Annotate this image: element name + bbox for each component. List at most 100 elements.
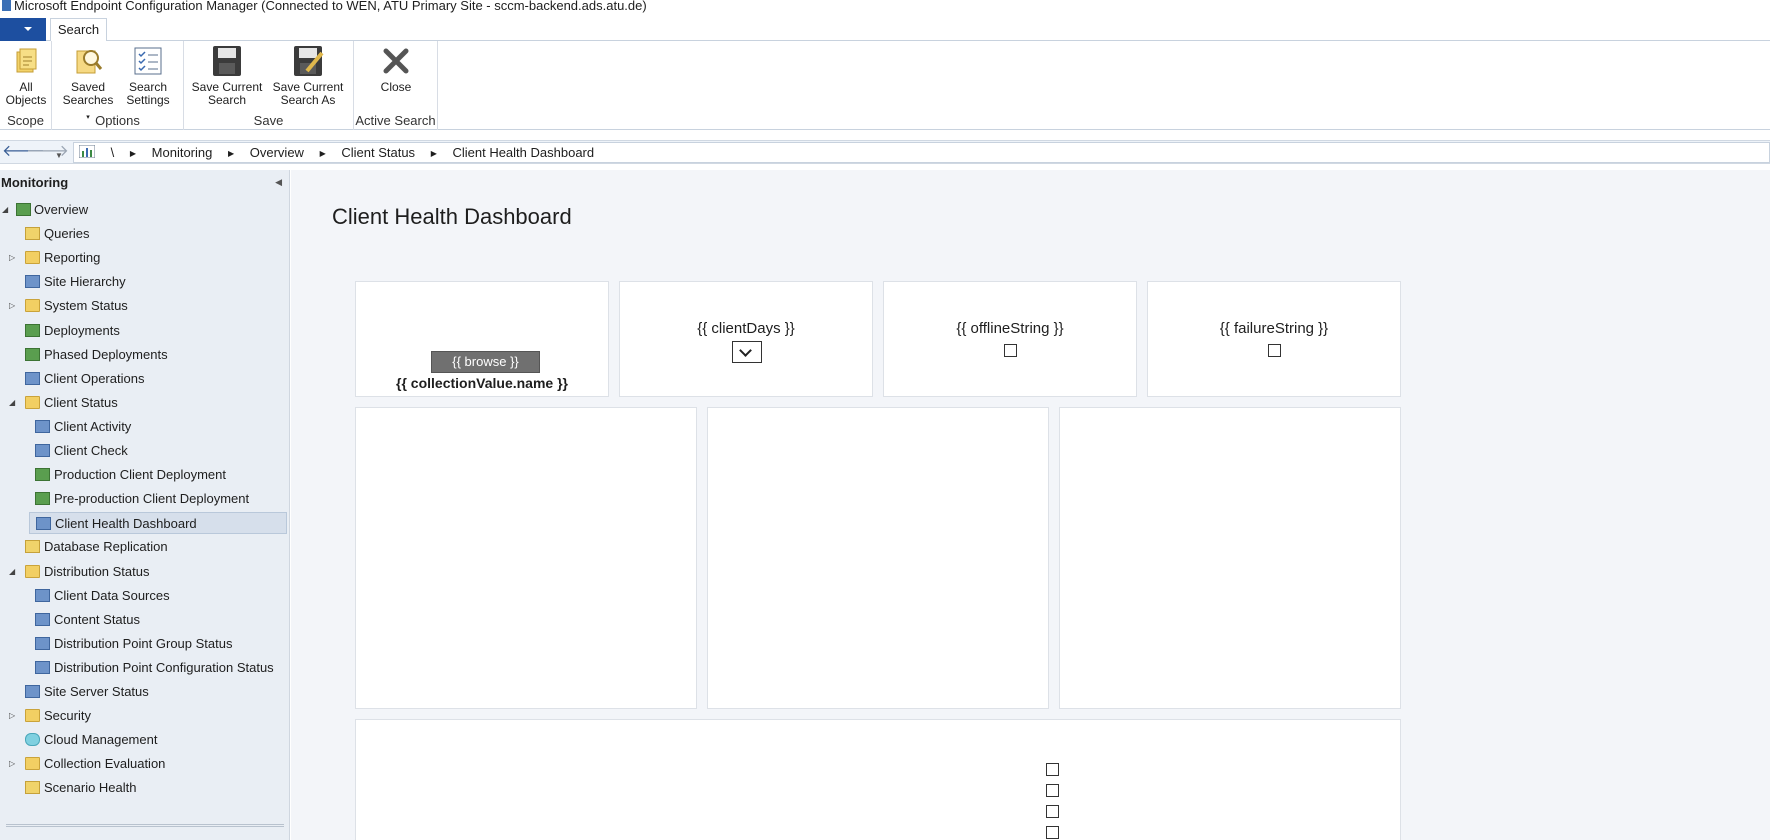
tree-item-label: Deployments (44, 322, 120, 338)
floppy-disk-icon (210, 45, 244, 77)
tree-item-label: Distribution Point Configuration Status (54, 659, 274, 675)
window-title: Microsoft Endpoint Configuration Manager… (14, 0, 647, 13)
tree-item-system-status[interactable]: ▷ System Status (0, 295, 288, 317)
folder-icon (25, 757, 40, 771)
folder-icon (25, 299, 40, 313)
tree-item-client-health-dashboard[interactable]: Client Health Dashboard (29, 512, 287, 535)
site-hierarchy-icon (25, 275, 40, 289)
tree-item-phased-deployments[interactable]: Phased Deployments (0, 344, 288, 366)
breadcrumb-separator-icon[interactable]: ▶ (431, 144, 437, 163)
tree-item-client-operations[interactable]: Client Operations (0, 368, 288, 390)
tree-item-scenario-health[interactable]: Scenario Health (0, 777, 288, 799)
breadcrumb-client-status[interactable]: Client Status (341, 143, 415, 162)
expand-arrow-icon[interactable]: ▷ (9, 705, 15, 727)
folder-icon (25, 395, 40, 409)
expand-arrow-icon[interactable]: ▷ (9, 753, 15, 775)
bottom-panel (355, 719, 1401, 840)
tree-item-site-server-status[interactable]: Site Server Status (0, 681, 288, 703)
tree-item-security[interactable]: ▷ Security (0, 705, 288, 727)
deployments-icon (25, 323, 40, 337)
filter-checkbox-2[interactable] (1046, 784, 1059, 797)
page-title: Client Health Dashboard (332, 204, 572, 229)
ribbon-group-options: Saved Searches ▾ Search Settings Options (52, 41, 184, 130)
offline-checkbox[interactable] (1004, 344, 1017, 357)
search-settings-button[interactable]: Search Settings (120, 45, 176, 107)
breadcrumb-root[interactable]: \ (111, 143, 115, 162)
breadcrumb-separator-icon[interactable]: ▶ (320, 144, 326, 163)
tree-item-database-replication[interactable]: Database Replication (0, 536, 288, 558)
tree-item-site-hierarchy[interactable]: Site Hierarchy (0, 271, 288, 293)
tree-item-cloud-management[interactable]: Cloud Management (0, 729, 288, 751)
collapse-arrow-icon[interactable]: ◢ (9, 561, 15, 583)
pane-splitter[interactable] (6, 824, 284, 827)
collapse-arrow-icon[interactable]: ◢ (2, 199, 8, 221)
tree-item-label: Site Hierarchy (44, 274, 126, 290)
save-current-search-as-button[interactable]: Save Current Search As (268, 45, 348, 107)
scenario-health-icon (25, 781, 40, 795)
breadcrumb-client-health-dashboard[interactable]: Client Health Dashboard (452, 143, 594, 162)
tree-item-distribution-point-group-status[interactable]: Distribution Point Group Status (0, 633, 288, 655)
collapse-arrow-icon[interactable]: ◢ (9, 392, 15, 414)
filter-checkbox-4[interactable] (1046, 826, 1059, 839)
browse-button[interactable]: {{ browse }} (431, 351, 540, 373)
tree-item-client-activity[interactable]: Client Activity (0, 416, 288, 438)
breadcrumb-separator-icon[interactable]: ▶ (130, 144, 136, 163)
tree-item-label: Scenario Health (44, 780, 137, 796)
close-search-button[interactable]: Close (368, 45, 424, 94)
tree-item-label: Client Check (54, 443, 128, 458)
failure-checkbox[interactable] (1268, 344, 1281, 357)
folder-icon (25, 709, 40, 723)
overview-icon (16, 203, 31, 216)
filter-checkbox-3[interactable] (1046, 805, 1059, 818)
group-label-scope: Scope (7, 113, 44, 128)
tree-item-queries[interactable]: Queries (0, 223, 288, 245)
chart-panel-1 (355, 407, 697, 709)
save-current-search-button[interactable]: Save Current Search (190, 45, 264, 107)
breadcrumb: \ ▶ Monitoring ▶ Overview ▶ Client Statu… (73, 142, 1770, 163)
history-dropdown-icon[interactable]: ▼ (55, 149, 63, 163)
tree-item-pre-production-client-deployment[interactable]: Pre-production Client Deployment (0, 488, 288, 510)
tree-item-overview[interactable]: ◢ Overview (0, 199, 288, 221)
breadcrumb-monitoring[interactable]: Monitoring (152, 143, 213, 162)
tree-item-label: Client Activity (54, 418, 132, 434)
tree-item-content-status[interactable]: Content Status (0, 609, 288, 631)
all-objects-icon (9, 45, 43, 77)
tree-item-label: Reporting (44, 250, 101, 266)
client-operations-icon (25, 371, 40, 385)
tree-item-label: Site Server Status (44, 684, 149, 699)
database-replication-icon (25, 540, 40, 554)
tree-item-deployments[interactable]: Deployments (0, 320, 288, 342)
collapse-pane-icon[interactable]: ◀ (275, 177, 282, 188)
expand-arrow-icon[interactable]: ▷ (9, 247, 15, 269)
tree-item-client-check[interactable]: Client Check (0, 440, 288, 462)
tab-search[interactable]: Search (50, 18, 107, 42)
dashboard-content: Client Health Dashboard {{ browse }} {{ … (291, 170, 1770, 840)
window-title-bar: Microsoft Endpoint Configuration Manager… (0, 0, 1770, 17)
group-label-save: Save (253, 113, 284, 128)
close-icon (379, 45, 413, 77)
breadcrumb-separator-icon[interactable]: ▶ (228, 144, 234, 163)
tree-item-distribution-point-configuration-status[interactable]: Distribution Point Configuration Status (0, 657, 288, 679)
client-days-select[interactable] (732, 341, 762, 363)
file-menu-button[interactable] (0, 18, 46, 41)
all-objects-button[interactable]: All Objects (2, 45, 50, 107)
tree-item-label: Client Data Sources (54, 587, 170, 603)
tree-item-distribution-status[interactable]: ◢ Distribution Status (0, 561, 288, 583)
tree-item-production-client-deployment[interactable]: Production Client Deployment (0, 464, 288, 486)
tree-item-label: Distribution Point Group Status (54, 635, 233, 651)
breadcrumb-overview[interactable]: Overview (250, 143, 304, 162)
expand-arrow-icon[interactable]: ▷ (9, 295, 15, 317)
tree-item-reporting[interactable]: ▷ Reporting (0, 247, 288, 269)
tree-item-label: Content Status (54, 611, 140, 627)
tree-item-collection-evaluation[interactable]: ▷ Collection Evaluation (0, 753, 288, 775)
tree-item-client-status[interactable]: ◢ Client Status (0, 392, 288, 414)
group-label-options: Options (95, 113, 140, 128)
offline-label: {{ offlineString }} (956, 320, 1064, 337)
preproduction-deployment-icon (35, 492, 50, 506)
saved-searches-icon (71, 45, 105, 77)
filter-checkbox-1[interactable] (1046, 763, 1059, 776)
tree-item-client-data-sources[interactable]: Client Data Sources (0, 585, 288, 607)
tree-item-label: Phased Deployments (44, 346, 168, 362)
navigation-pane: Monitoring ◀ ◢ Overview Queries ▷ Reporting S… (0, 170, 290, 840)
tree-item-label: Database Replication (44, 539, 168, 555)
